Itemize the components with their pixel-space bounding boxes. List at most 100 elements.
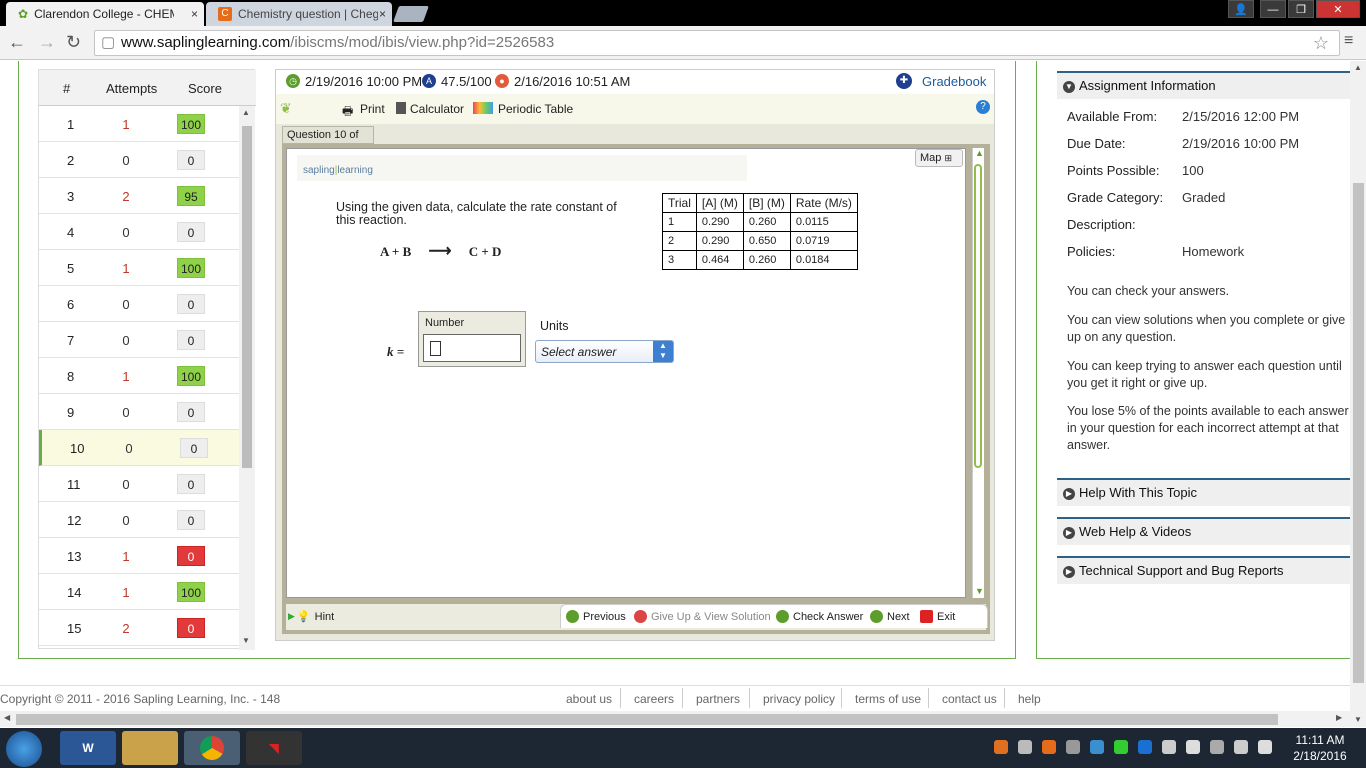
score-row[interactable]: 2 0 0 (39, 142, 239, 178)
score-row[interactable]: 9 0 0 (39, 394, 239, 430)
scroll-thumb[interactable] (242, 126, 252, 468)
previous-button[interactable]: Previous (566, 610, 626, 623)
question-prompt: Using the given data, calculate the rate… (336, 201, 617, 227)
forward-arrow-icon[interactable]: → (38, 32, 56, 53)
score-row[interactable]: 15 2 0 (39, 610, 239, 646)
check-answer-button[interactable]: Check Answer (776, 610, 863, 623)
calculator-icon[interactable] (396, 102, 406, 114)
web-help-section[interactable]: ▶ Web Help & Videos (1057, 517, 1351, 545)
app-icon[interactable]: ◥ (246, 731, 302, 765)
chrome-icon[interactable] (184, 731, 240, 765)
scroll-left-icon[interactable]: ◀ (4, 713, 10, 722)
footer-link-about[interactable]: about us (566, 692, 612, 706)
tray-app-icon[interactable] (1186, 740, 1200, 754)
score-badge: 0 (177, 294, 205, 314)
scroll-up-icon[interactable]: ▲ (975, 148, 984, 158)
gradebook-link[interactable]: Gradebook (922, 74, 986, 89)
score-row[interactable]: 12 0 0 (39, 502, 239, 538)
scroll-down-icon[interactable]: ▼ (242, 636, 250, 645)
tray-shield-icon[interactable] (1018, 740, 1032, 754)
footer-link-careers[interactable]: careers (634, 692, 674, 706)
footer-link-contact[interactable]: contact us (942, 692, 997, 706)
signal-icon[interactable] (1258, 740, 1272, 754)
tray-sync-icon[interactable] (1114, 740, 1128, 754)
score-row[interactable]: 6 0 0 (39, 286, 239, 322)
scroll-up-icon[interactable]: ▲ (1354, 63, 1362, 72)
hint-button[interactable]: ▶ 💡 Hint (288, 610, 334, 624)
scroll-thumb[interactable] (16, 714, 1278, 725)
volume-icon[interactable] (1210, 740, 1224, 754)
score-row[interactable]: 5 1 100 (39, 250, 239, 286)
tray-flag-icon[interactable] (1162, 740, 1176, 754)
minimize-icon[interactable]: — (1260, 0, 1286, 18)
user-icon[interactable]: 👤 (1228, 0, 1254, 18)
score-row[interactable]: 1 1 100 (39, 106, 239, 142)
page-horizontal-scrollbar[interactable]: ◀ ▶ (0, 711, 1350, 727)
calculator-button[interactable]: Calculator (410, 102, 464, 116)
footer-link-partners[interactable]: partners (696, 692, 740, 706)
tray-app-icon[interactable] (1138, 740, 1152, 754)
tab-chegg[interactable]: C Chemistry question | Cheg × (206, 2, 392, 26)
print-button[interactable]: Print (360, 102, 385, 116)
footer-link-privacy[interactable]: privacy policy (763, 692, 835, 706)
question-tab[interactable]: Question 10 of 22 (282, 126, 374, 157)
bookmark-star-icon[interactable]: ☆ (1313, 31, 1329, 55)
field-value: Graded (1182, 190, 1226, 205)
map-button[interactable]: Map ⊞ (915, 149, 963, 167)
score-row[interactable]: 11 0 0 (39, 466, 239, 502)
scroll-down-icon[interactable]: ▼ (1354, 715, 1362, 724)
menu-icon[interactable]: ≡ (1344, 32, 1353, 50)
file-explorer-icon[interactable] (122, 731, 178, 765)
network-icon[interactable] (1234, 740, 1248, 754)
question-number: 6 (67, 297, 75, 312)
footer-link-terms[interactable]: terms of use (855, 692, 921, 706)
word-icon[interactable]: W (60, 731, 116, 765)
scroll-right-icon[interactable]: ▶ (1336, 713, 1342, 722)
scroll-up-icon[interactable]: ▲ (242, 108, 250, 117)
score-table-scrollbar[interactable]: ▲ ▼ (239, 106, 255, 650)
periodic-table-icon[interactable] (473, 102, 493, 114)
tech-support-section[interactable]: ▶ Technical Support and Bug Reports (1057, 556, 1351, 584)
score-row[interactable]: 10 0 0 (39, 430, 239, 466)
periodic-table-button[interactable]: Periodic Table (498, 102, 573, 116)
score-row[interactable]: 3 2 95 (39, 178, 239, 214)
attempts-count: 0 (125, 441, 133, 456)
tray-chegg-icon[interactable] (1042, 740, 1056, 754)
score-row[interactable]: 7 0 0 (39, 322, 239, 358)
reload-icon[interactable]: ↻ (66, 32, 81, 53)
system-clock[interactable]: 11:11 AM 2/18/2016 (1284, 732, 1356, 764)
page-vertical-scrollbar[interactable]: ▲ ▼ (1350, 61, 1366, 727)
assignment-info-header[interactable]: ▼ Assignment Information (1057, 71, 1351, 99)
close-tab-icon[interactable]: × (191, 7, 198, 21)
give-up-button[interactable]: Give Up & View Solution (634, 610, 771, 623)
maximize-icon[interactable]: ❐ (1288, 0, 1314, 18)
close-window-icon[interactable]: ✕ (1316, 0, 1360, 18)
score-row[interactable]: 8 1 100 (39, 358, 239, 394)
help-icon[interactable]: ? (976, 100, 990, 114)
footer-link-help[interactable]: help (1018, 692, 1041, 706)
tray-app-icon[interactable] (994, 740, 1008, 754)
back-arrow-icon[interactable]: ← (8, 32, 26, 53)
tab-clarendon[interactable]: ✿ Clarendon College - CHEM × (6, 2, 204, 26)
scroll-thumb[interactable] (1353, 183, 1364, 683)
score-row[interactable]: 4 0 0 (39, 214, 239, 250)
new-tab-button[interactable] (393, 6, 429, 22)
start-button[interactable] (6, 731, 42, 767)
exit-button[interactable]: Exit (920, 610, 955, 623)
score-row[interactable]: 14 1 100 (39, 574, 239, 610)
select-arrows-icon[interactable]: ▲ ▼ (653, 341, 673, 362)
address-bar[interactable]: ▢ www.saplinglearning.com/ibiscms/mod/ib… (94, 30, 1340, 56)
number-input[interactable] (423, 334, 521, 362)
gradebook-icon[interactable]: ✚ (896, 73, 912, 89)
score-row[interactable]: 13 1 0 (39, 538, 239, 574)
question-scrollbar[interactable]: ▲ ▼ (972, 148, 984, 598)
next-button[interactable]: Next (870, 610, 910, 623)
print-icon[interactable]: 🖶 (342, 102, 353, 123)
scroll-down-icon[interactable]: ▼ (975, 586, 984, 596)
tray-app-icon[interactable] (1066, 740, 1080, 754)
units-select[interactable]: Select answer ▲ ▼ (535, 340, 674, 363)
tray-app-icon[interactable] (1090, 740, 1104, 754)
help-topic-section[interactable]: ▶ Help With This Topic (1057, 478, 1351, 506)
scroll-thumb[interactable] (974, 164, 982, 468)
close-tab-icon[interactable]: × (379, 7, 386, 21)
